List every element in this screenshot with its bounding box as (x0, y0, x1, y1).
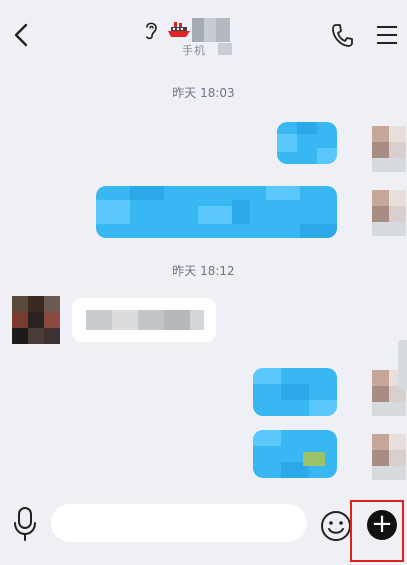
hamburger-menu-icon[interactable] (376, 24, 398, 46)
chat-header: 手机 (0, 0, 407, 62)
input-bar: + (0, 496, 407, 565)
plus-icon[interactable]: + (367, 510, 397, 540)
scroll-edge (398, 340, 407, 390)
phone-icon[interactable] (330, 22, 354, 48)
chat-title[interactable]: 手机 (140, 18, 270, 58)
message-input[interactable] (51, 504, 307, 542)
smiley-icon[interactable] (320, 510, 352, 542)
message-timestamp: 昨天 18:12 (172, 264, 235, 278)
contact-avatar[interactable] (12, 296, 60, 344)
sent-message-bubble[interactable] (253, 368, 337, 416)
sent-message-bubble[interactable] (96, 186, 337, 238)
contact-status-pixelated (218, 43, 232, 55)
message-timestamp: 昨天 18:03 (172, 86, 235, 100)
back-chevron-icon[interactable] (8, 20, 34, 50)
sent-message-bubble[interactable] (277, 122, 337, 164)
contact-name-pixelated (192, 18, 230, 42)
contact-status: 手机 (182, 44, 206, 57)
sent-message-bubble[interactable] (253, 430, 337, 478)
received-message-bubble[interactable] (72, 298, 216, 342)
ear-icon (146, 22, 157, 40)
my-avatar[interactable] (372, 190, 406, 236)
microphone-icon[interactable] (12, 506, 38, 542)
ship-icon (168, 22, 190, 37)
plus-symbol: + (371, 509, 393, 539)
my-avatar[interactable] (372, 434, 406, 480)
my-avatar[interactable] (372, 126, 406, 172)
